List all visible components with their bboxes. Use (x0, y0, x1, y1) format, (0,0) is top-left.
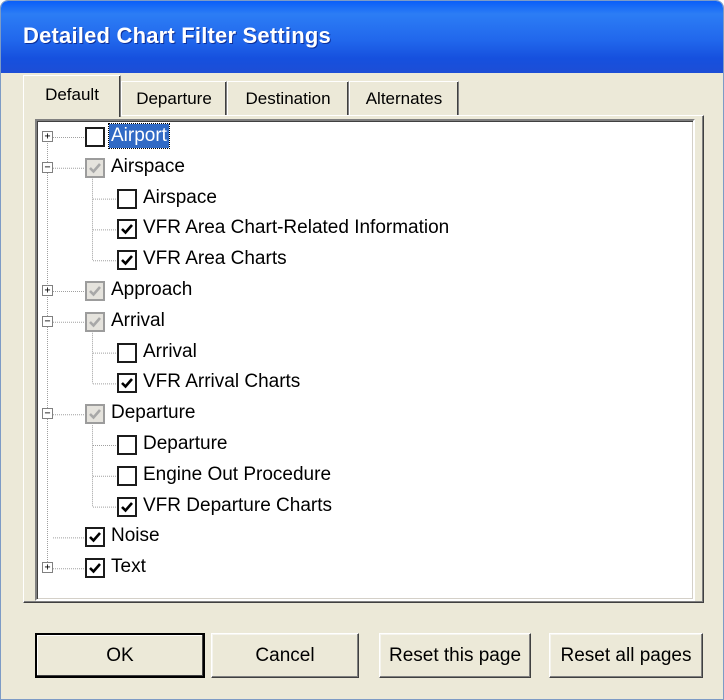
checkbox-checked[interactable] (117, 496, 137, 517)
expand-icon[interactable]: + (42, 131, 53, 142)
checkbox-checked[interactable] (85, 404, 105, 425)
checkmark-icon (89, 316, 101, 328)
checkbox-checked[interactable] (85, 157, 105, 178)
tree-item-label[interactable]: VFR Departure Charts (141, 494, 334, 518)
tree-item-label[interactable]: Airport (108, 123, 170, 149)
checkmark-icon (89, 409, 101, 420)
tree-item-label[interactable]: Noise (109, 524, 162, 548)
checkbox-checked[interactable] (117, 250, 137, 271)
collapse-icon[interactable]: − (42, 315, 53, 327)
tree-item-label[interactable]: Departure (141, 432, 230, 456)
expand-icon[interactable]: + (42, 562, 53, 574)
checkbox[interactable] (117, 342, 137, 363)
tab-departure[interactable]: Departure (121, 81, 227, 115)
window-title: Detailed Chart Filter Settings (23, 23, 331, 48)
checkbox[interactable] (117, 188, 137, 209)
tab-destination[interactable]: Destination (227, 81, 349, 115)
tree-item-label[interactable]: Engine Out Procedure (141, 463, 333, 487)
tree-item-label[interactable]: Arrival (109, 309, 167, 333)
checkmark-icon (89, 286, 101, 297)
checkbox[interactable] (117, 435, 137, 455)
checkbox[interactable] (117, 465, 137, 486)
checkbox-checked[interactable] (117, 219, 137, 240)
checkmark-icon (121, 224, 133, 235)
tree-item-label[interactable]: Approach (109, 278, 194, 302)
filter-tree[interactable]: + Airport − Airspace Airspace VFR Area Chart-… (35, 119, 695, 601)
tree-item-label[interactable]: Text (109, 555, 148, 579)
checkmark-icon (121, 378, 133, 389)
collapse-icon[interactable]: − (42, 161, 53, 173)
checkmark-icon (121, 255, 133, 266)
checkmark-icon (121, 501, 133, 513)
tree-item-label[interactable]: VFR Area Charts (141, 247, 289, 271)
checkbox-checked[interactable] (85, 558, 105, 579)
cancel-button[interactable]: Cancel (211, 633, 359, 678)
tree-item-label[interactable]: VFR Area Chart-Related Information (141, 216, 451, 240)
checkbox-checked[interactable] (85, 527, 105, 548)
tree-item-label[interactable]: Departure (109, 401, 198, 425)
checkbox[interactable] (85, 127, 105, 147)
tree-item-label[interactable]: VFR Arrival Charts (141, 370, 302, 394)
tree-item-label[interactable]: Airspace (141, 186, 219, 210)
collapse-icon[interactable]: − (42, 408, 53, 420)
checkbox-checked[interactable] (85, 311, 105, 332)
reset-this-page-button[interactable]: Reset this page (379, 633, 531, 678)
expand-icon[interactable]: + (42, 285, 53, 296)
reset-all-pages-button[interactable]: Reset all pages (549, 633, 703, 678)
checkbox-checked[interactable] (117, 373, 137, 394)
dialog-window: Detailed Chart Filter Settings Default D… (0, 0, 724, 700)
checkmark-icon (89, 563, 101, 574)
tab-alternates[interactable]: Alternates (349, 81, 459, 115)
tree-item-label[interactable]: Airspace (109, 155, 187, 179)
tree-item-label[interactable]: Arrival (141, 340, 199, 364)
checkmark-icon (89, 162, 101, 174)
tab-default[interactable]: Default (23, 75, 121, 117)
checkbox-checked[interactable] (85, 281, 105, 301)
title-bar[interactable]: Detailed Chart Filter Settings (1, 1, 723, 73)
ok-button[interactable]: OK (35, 633, 205, 678)
checkmark-icon (89, 532, 101, 543)
